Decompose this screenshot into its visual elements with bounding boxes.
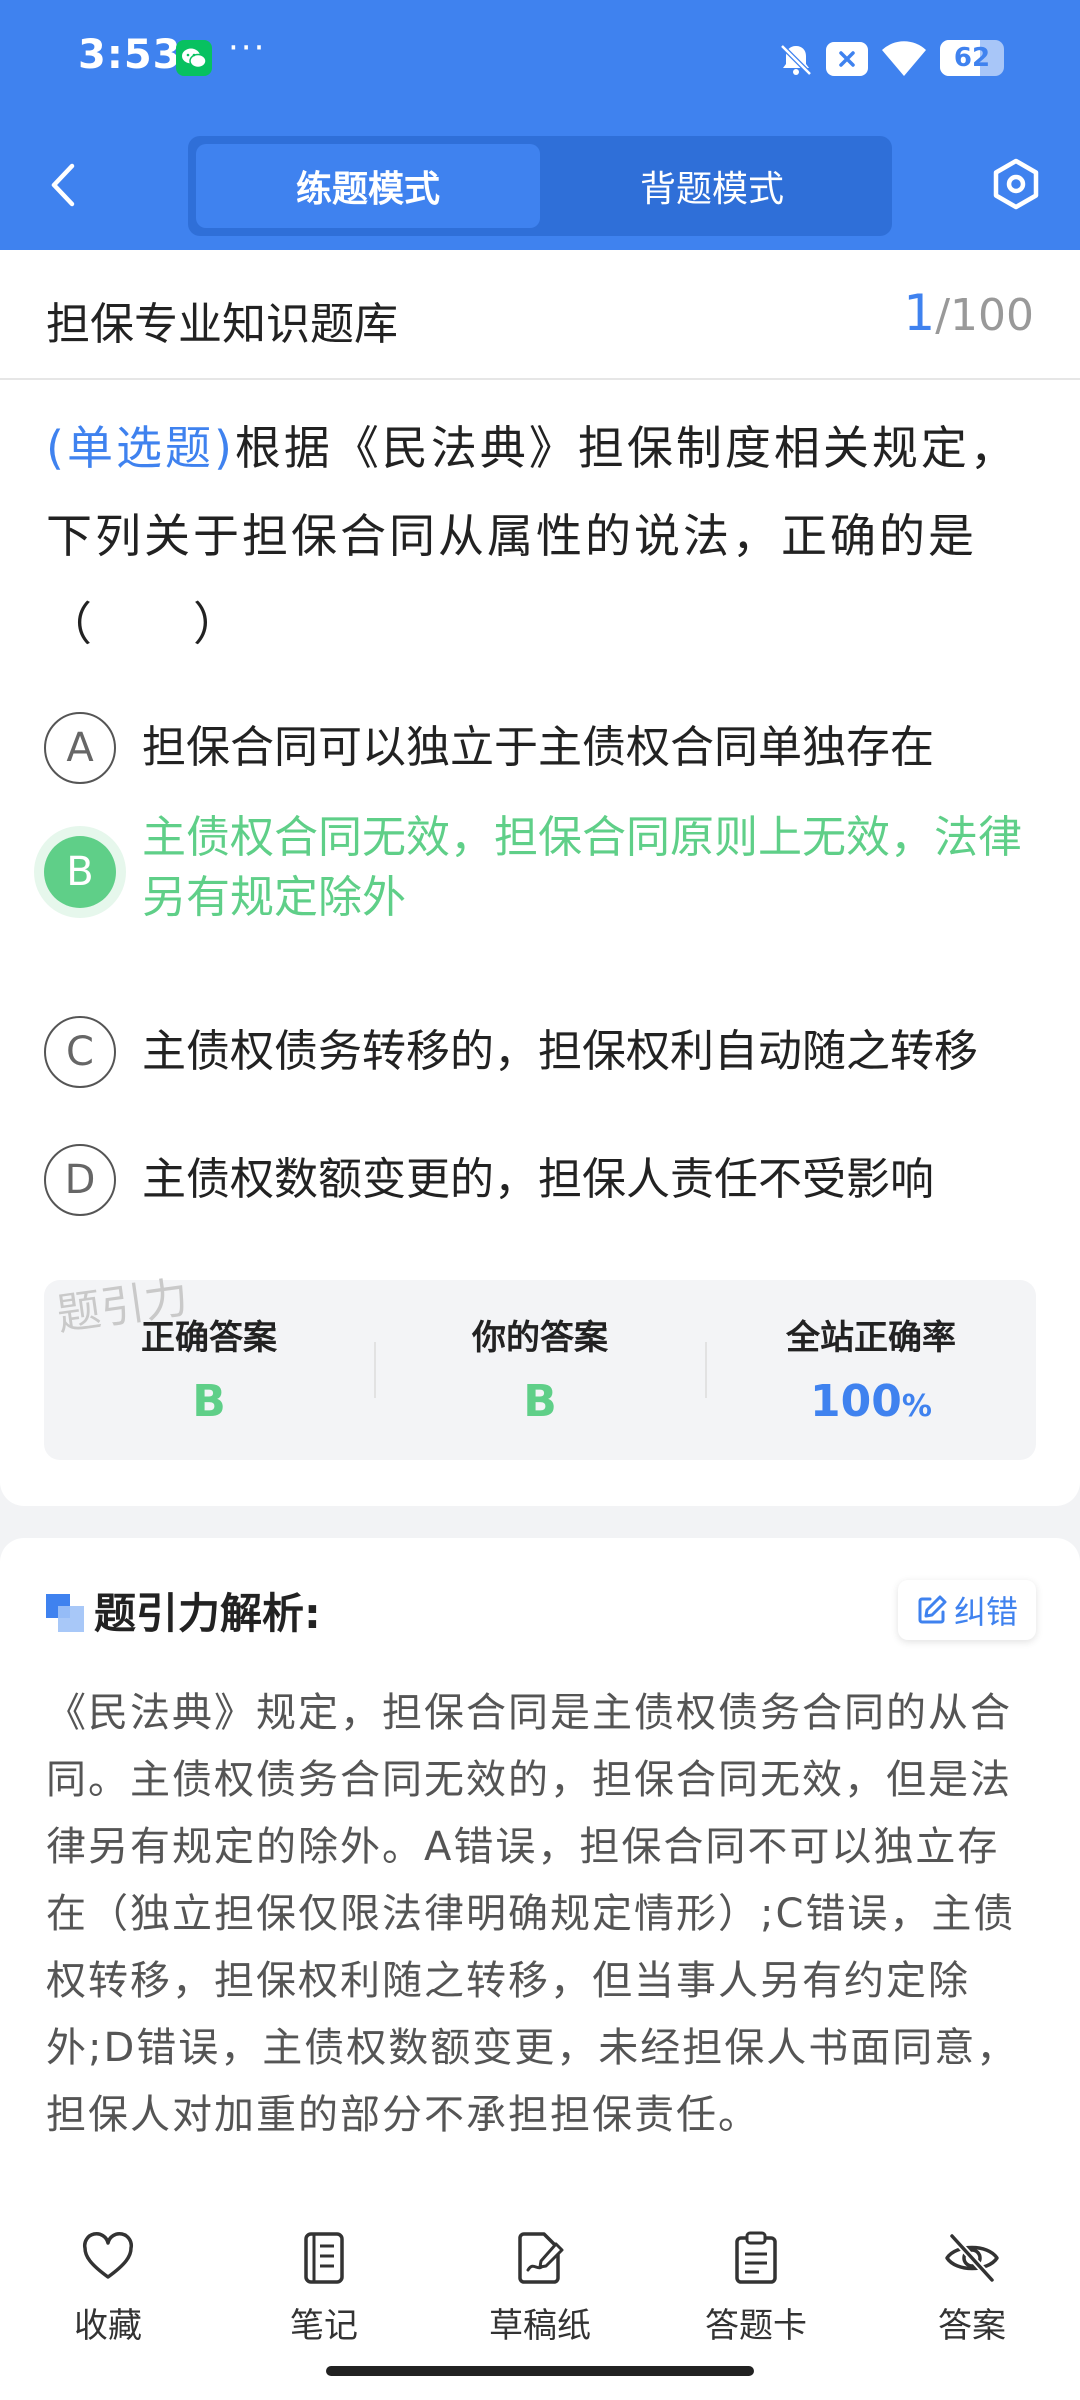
- status-bar: 3:53 ··· 62: [0, 0, 1080, 120]
- clipboard-icon: [735, 2231, 777, 2284]
- heart-icon: [82, 2232, 134, 2279]
- answer-sheet-button[interactable]: 答题卡: [648, 2230, 864, 2360]
- your-answer-stat: 你的答案 B: [375, 1280, 705, 1460]
- more-notifications-icon: ···: [228, 28, 267, 68]
- accuracy-rate-stat: 全站正确率 100%: [706, 1280, 1036, 1460]
- edit-icon: [918, 1595, 947, 1624]
- settings-hexagon-icon: [993, 158, 1039, 210]
- question-progress: 1/100: [903, 284, 1034, 342]
- question-bank-title: 担保专业知识题库: [46, 299, 398, 350]
- show-answer-button[interactable]: 答案: [864, 2230, 1080, 2360]
- status-time: 3:53: [78, 32, 182, 78]
- analysis-text: 《民法典》规定，担保合同是主债权债务合同的从合同。主债权债务合同无效的，担保合同…: [46, 1690, 1019, 2138]
- analysis-card: 题引力解析: 纠错 《民法典》规定，担保合同是主债权债务合同的从合同。主债权债务…: [0, 1538, 1080, 2200]
- your-answer-label: 你的答案: [472, 1318, 608, 1358]
- accuracy-rate-value: 100%: [706, 1376, 1036, 1427]
- eye-off-icon: [945, 2233, 999, 2283]
- option-c[interactable]: C 主债权债务转移的，担保权利自动随之转移: [44, 1016, 1044, 1088]
- header: 3:53 ··· 62 练题模式 背题模式: [0, 0, 1080, 250]
- close-box-icon: [826, 42, 868, 76]
- notebook-icon: [304, 2232, 344, 2284]
- option-b[interactable]: B 主债权合同无效，担保合同原则上无效，法律另有规定除外: [44, 802, 1044, 928]
- answer-sheet-label: 答题卡: [705, 2306, 807, 2346]
- option-letter: B: [44, 836, 116, 908]
- option-text: 担保合同可以独立于主债权合同单独存在: [142, 722, 934, 773]
- option-text: 主债权数额变更的，担保人责任不受影响: [142, 1154, 934, 1205]
- back-button[interactable]: [38, 150, 88, 220]
- draft-paper-button[interactable]: 草稿纸: [432, 2230, 648, 2360]
- current-question-number: 1: [903, 284, 936, 342]
- answer-stats: 正确答案 B 你的答案 B 全站正确率 100%: [44, 1280, 1036, 1460]
- report-error-button[interactable]: 纠错: [898, 1580, 1036, 1640]
- option-d[interactable]: D 主债权数额变更的，担保人责任不受影响: [44, 1144, 1044, 1216]
- accuracy-rate-label: 全站正确率: [786, 1318, 956, 1358]
- correct-answer-value: B: [192, 1376, 226, 1427]
- accuracy-rate-number: 100: [810, 1376, 902, 1427]
- battery-indicator: 62: [940, 40, 1004, 76]
- question-text: (单选题)根据《民法典》担保制度相关规定，下列关于担保合同从属性的说法，正确的是…: [46, 404, 1036, 668]
- question-card: 担保专业知识题库 1/100 (单选题)根据《民法典》担保制度相关规定，下列关于…: [0, 250, 1080, 1506]
- wechat-icon: [176, 40, 212, 76]
- accuracy-rate-unit: %: [901, 1389, 932, 1424]
- settings-button[interactable]: [988, 156, 1044, 212]
- report-error-label: 纠错: [953, 1593, 1018, 1631]
- option-letter: D: [44, 1144, 116, 1216]
- wifi-icon: [880, 36, 928, 78]
- tab-memorize-mode[interactable]: 背题模式: [540, 144, 884, 228]
- show-answer-label: 答案: [938, 2306, 1006, 2346]
- option-a[interactable]: A 担保合同可以独立于主债权合同单独存在: [44, 712, 1044, 784]
- divider: [0, 378, 1080, 380]
- notes-button[interactable]: 笔记: [216, 2230, 432, 2360]
- chevron-left-icon: [51, 163, 75, 207]
- option-letter: C: [44, 1016, 116, 1088]
- your-answer-value: B: [523, 1376, 557, 1427]
- option-letter: A: [44, 712, 116, 784]
- bell-off-icon: [776, 40, 816, 80]
- tab-practice-mode[interactable]: 练题模式: [196, 144, 540, 228]
- draft-icon: [518, 2232, 564, 2284]
- analysis-squares-icon: [46, 1594, 84, 1632]
- option-text: 主债权合同无效，担保合同原则上无效，法律另有规定除外: [142, 812, 1022, 923]
- home-indicator[interactable]: [326, 2366, 754, 2376]
- draft-paper-label: 草稿纸: [489, 2306, 591, 2346]
- favorite-button[interactable]: 收藏: [0, 2230, 216, 2360]
- total-questions: /100: [935, 290, 1034, 341]
- favorite-label: 收藏: [74, 2306, 142, 2346]
- notes-label: 笔记: [290, 2306, 358, 2346]
- option-text: 主债权债务转移的，担保权利自动随之转移: [142, 1026, 978, 1077]
- battery-level: 62: [953, 43, 991, 73]
- mode-switch: 练题模式 背题模式: [188, 136, 892, 236]
- question-type-label: (单选题): [46, 421, 235, 475]
- analysis-title: 题引力解析:: [94, 1589, 321, 1638]
